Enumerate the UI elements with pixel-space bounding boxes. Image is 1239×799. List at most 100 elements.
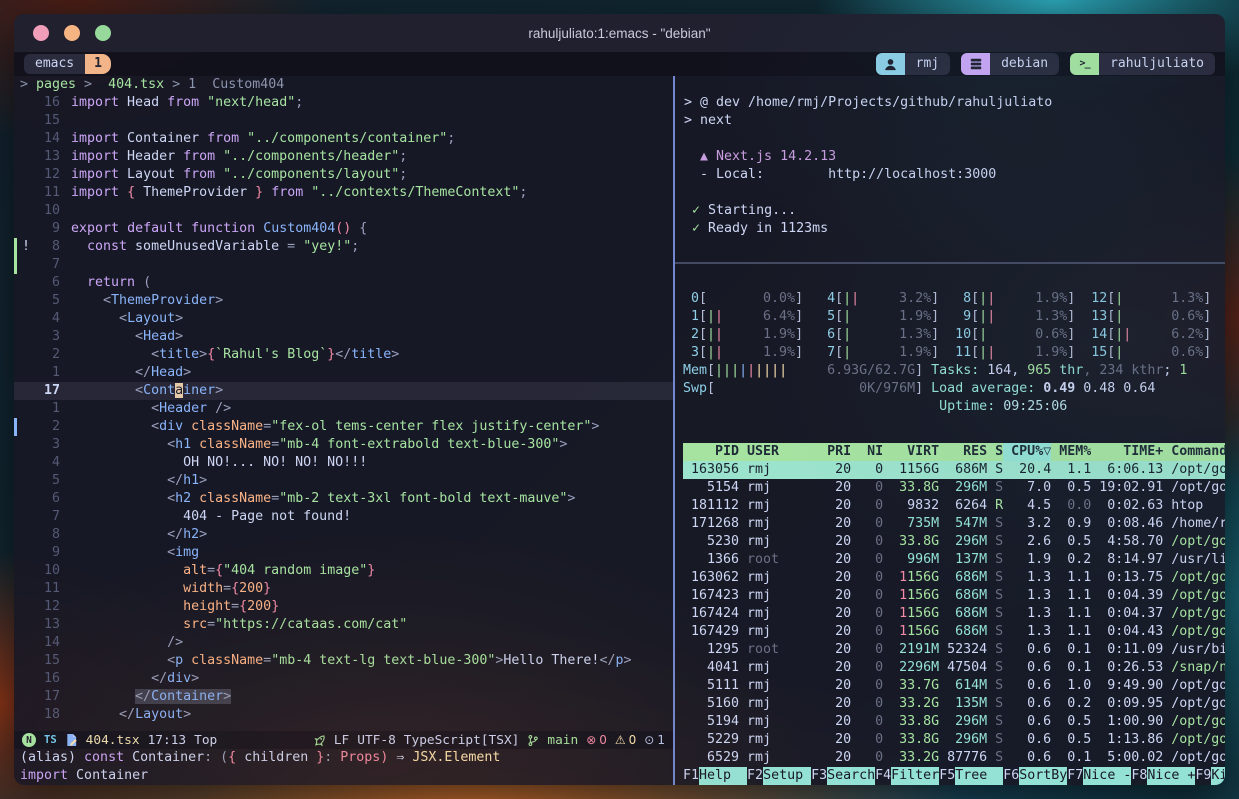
process-row[interactable]: 5230rmj20033.8G296MS2.60.54:58.70/opt/go <box>683 533 1225 551</box>
process-row[interactable]: 167423rmj2001156G686MS1.31.10:04.39/opt/… <box>683 587 1225 605</box>
terminal-line <box>684 130 1225 148</box>
process-row[interactable]: 1366root200996M137MS1.90.28:14.97/usr/li <box>683 551 1225 569</box>
column-header-mem[interactable]: MEM% <box>1051 443 1091 461</box>
sign-column <box>20 418 32 436</box>
process-row[interactable]: 4041rmj2002296M47504S0.60.10:26.53/snap/… <box>683 659 1225 677</box>
process-row[interactable]: 5111rmj20033.7G614MS0.61.09:49.90/opt/go <box>683 677 1225 695</box>
code-line[interactable]: 16 </div> <box>14 670 673 688</box>
code-line[interactable]: 4 <Layout> <box>14 310 673 328</box>
process-row[interactable]: 5160rmj20033.2G135MS0.60.20:09.95/opt/go <box>683 695 1225 713</box>
code-line[interactable]: 12import Layout from "../components/layo… <box>14 166 673 184</box>
code-line[interactable]: 10 alt={"404 random image"} <box>14 562 673 580</box>
fn-action-nice +[interactable]: Nice + <box>1147 767 1195 785</box>
process-row[interactable]: 171268rmj200735M547MS3.20.90:08.46/home/… <box>683 515 1225 533</box>
code-line[interactable]: 2 <title>{`Rahul's Blog`}</title> <box>14 346 673 364</box>
code-line[interactable]: 9export default function Custom404() { <box>14 220 673 238</box>
status-pill-host[interactable]: debian <box>961 53 1059 75</box>
code-line[interactable]: 5 </h1> <box>14 472 673 490</box>
fn-key-F4: F4 <box>875 767 891 785</box>
process-row[interactable]: 6529rmj20033.2G87776S0.60.15:00.02/opt/g… <box>683 749 1225 767</box>
terminal-line <box>684 184 1225 202</box>
code-line[interactable]: 4 OH NO!... NO! NO! NO!!! <box>14 454 673 472</box>
htop-pane[interactable]: 0[0.0%]4[||3.2%]8[||1.9%]12[|1.3%]1[||6.… <box>675 264 1225 785</box>
gutter-bar <box>14 364 17 382</box>
code-line[interactable]: 1 </Head> <box>14 364 673 382</box>
gutter-bar <box>14 706 17 724</box>
code-line[interactable]: 13 src="https://cataas.com/cat" <box>14 616 673 634</box>
meter: 0[0.0%] <box>683 290 803 308</box>
editor[interactable]: 16import Head from "next/head";1514impor… <box>14 94 673 731</box>
code-line[interactable]: 11import { ThemeProvider } from "../cont… <box>14 184 673 202</box>
code-line[interactable]: 16import Head from "next/head"; <box>14 94 673 112</box>
code-line[interactable]: 6 <h2 className="mb-2 text-3xl font-bold… <box>14 490 673 508</box>
column-header-virt[interactable]: VIRT <box>883 443 939 461</box>
column-header-ni[interactable]: NI <box>851 443 883 461</box>
code-line[interactable]: !8 const someUnusedVariable = "yey!"; <box>14 238 673 256</box>
process-row[interactable]: 163056rmj2001156G686MS20.41.16:06.13/opt… <box>683 461 1225 479</box>
code-line[interactable]: 2 <div className="fex-ol tems-center fle… <box>14 418 673 436</box>
fn-action-filter[interactable]: Filter <box>891 767 939 785</box>
process-table-header[interactable]: PIDUSERPRINIVIRTRESSCPU%▽MEM%TIME+Comman… <box>683 443 1225 461</box>
status-pill-session[interactable]: >_ rahuljuliato <box>1070 53 1215 75</box>
sign-column <box>20 130 32 148</box>
sign-column <box>20 328 32 346</box>
column-header-res[interactable]: RES <box>939 443 987 461</box>
sign-column <box>20 166 32 184</box>
column-header-pri[interactable]: PRI <box>819 443 851 461</box>
code-line[interactable]: 9 <img <box>14 544 673 562</box>
code-line[interactable]: 7 <box>14 256 673 274</box>
code-line[interactable]: 7 404 - Page not found! <box>14 508 673 526</box>
fn-action-ki[interactable]: Ki <box>1211 767 1225 785</box>
process-row[interactable]: 181112rmj20098326264R4.50.00:02.63htop <box>683 497 1225 515</box>
code-line[interactable]: 18 </Layout> <box>14 706 673 724</box>
status-pill-user[interactable]: rmj <box>876 53 950 75</box>
right-pane: > @ dev /home/rmj/Projects/github/rahulj… <box>675 76 1225 785</box>
column-header-s[interactable]: S <box>987 443 1003 461</box>
sign-column <box>20 184 32 202</box>
code-line[interactable]: 6 return ( <box>14 274 673 292</box>
tmux-window-tab-emacs[interactable]: emacs 1 <box>24 54 111 74</box>
fn-action-help[interactable]: Help <box>699 767 747 785</box>
process-row[interactable]: 163062rmj2001156G686MS1.31.10:13.75/opt/… <box>683 569 1225 587</box>
line-number: 10 <box>32 202 71 220</box>
sign-column <box>20 688 32 706</box>
fn-action-nice -[interactable]: Nice - <box>1083 767 1131 785</box>
column-header-cmd[interactable]: Command <box>1163 443 1225 461</box>
code-line[interactable]: 1 <Header /> <box>14 400 673 418</box>
process-row[interactable]: 5194rmj20033.8G296MS0.60.51:00.90/opt/go <box>683 713 1225 731</box>
process-row[interactable]: 1295root2002191M52324S0.60.10:11.09/usr/… <box>683 641 1225 659</box>
code-line[interactable]: 3 <h1 className="mb-4 font-extrabold tex… <box>14 436 673 454</box>
fn-action-sortby[interactable]: SortBy <box>1019 767 1067 785</box>
code-line[interactable]: 17 </Container> <box>14 688 673 706</box>
process-row[interactable]: 5154rmj20033.8G296MS7.00.519:02.91/opt/g… <box>683 479 1225 497</box>
code-line[interactable]: 11 width={200} <box>14 580 673 598</box>
process-row[interactable]: 167424rmj2001156G686MS1.31.10:04.37/opt/… <box>683 605 1225 623</box>
code-line[interactable]: 10 <box>14 202 673 220</box>
code-line[interactable]: 12 height={200} <box>14 598 673 616</box>
tasks-summary: Tasks: 164, 965 thr, 234 kthr; 1 <box>931 362 1187 380</box>
fn-action-search[interactable]: Search <box>827 767 875 785</box>
uptime: Uptime: 09:25:06 <box>939 398 1067 416</box>
code-line[interactable]: 14import Container from "../components/c… <box>14 130 673 148</box>
column-header-pid[interactable]: PID <box>683 443 739 461</box>
code-line[interactable]: 14 /> <box>14 634 673 652</box>
fn-action-setup[interactable]: Setup <box>763 767 811 785</box>
line-number: 11 <box>32 580 71 598</box>
column-header-time[interactable]: TIME+ <box>1091 443 1163 461</box>
code-line[interactable]: 8 </h2> <box>14 526 673 544</box>
process-row[interactable]: 5229rmj20033.8G296MS0.60.51:13.86/opt/go <box>683 731 1225 749</box>
fn-action-tree[interactable]: Tree <box>955 767 1003 785</box>
column-header-user[interactable]: USER <box>739 443 819 461</box>
line-number: 13 <box>32 616 71 634</box>
code-line[interactable]: 17 <Container> <box>14 382 673 400</box>
column-header-cpu[interactable]: CPU%▽ <box>1003 443 1051 461</box>
code-line[interactable]: 15 <box>14 112 673 130</box>
code-line[interactable]: 5 <ThemeProvider> <box>14 292 673 310</box>
code-line[interactable]: 15 <p className="mb-4 text-lg text-blue-… <box>14 652 673 670</box>
line-number: 2 <box>32 418 71 436</box>
process-row[interactable]: 167429rmj2001156G686MS1.31.10:04.43/opt/… <box>683 623 1225 641</box>
gutter-bar <box>14 598 17 616</box>
code-line[interactable]: 3 <Head> <box>14 328 673 346</box>
dev-server-terminal[interactable]: > @ dev /home/rmj/Projects/github/rahulj… <box>675 76 1225 262</box>
code-line[interactable]: 13import Header from "../components/head… <box>14 148 673 166</box>
